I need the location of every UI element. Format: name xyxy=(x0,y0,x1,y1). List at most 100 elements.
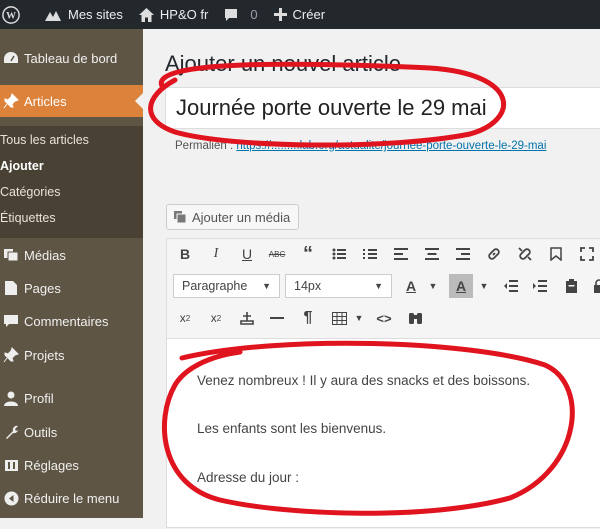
bold-button[interactable]: B xyxy=(173,242,197,266)
comments-menu[interactable]: 0 xyxy=(216,0,265,29)
permalink-label: Permalien : xyxy=(175,140,234,152)
sidebar-item-label: Profil xyxy=(24,390,54,406)
sidebar-item-profile[interactable]: Profil xyxy=(0,382,143,414)
pin-icon xyxy=(0,85,22,117)
sidebar-item-tools[interactable]: Outils xyxy=(0,416,143,448)
editor-toolbar: B I U ABC “ Paragraphe ▼ 14px ▼ A ▼ A ▼ … xyxy=(167,239,600,339)
font-size-select[interactable]: 14px ▼ xyxy=(285,274,392,298)
find-replace-button[interactable] xyxy=(403,306,427,330)
outdent-button[interactable] xyxy=(499,274,523,298)
outdent-icon xyxy=(504,280,518,292)
dashboard-icon xyxy=(0,42,22,74)
main-content: Ajouter un nouvel article Journée porte … xyxy=(143,29,600,528)
align-right-button[interactable] xyxy=(451,242,475,266)
svg-text:W: W xyxy=(6,10,16,21)
site-name-label: HP&O fr xyxy=(159,7,209,22)
format-select[interactable]: Paragraphe ▼ xyxy=(173,274,280,298)
remove-link-button[interactable] xyxy=(513,242,537,266)
font-size-value: 14px xyxy=(294,279,322,293)
sidebar-item-label: Réglages xyxy=(24,457,79,473)
sidebar-item-label: Tableau de bord xyxy=(24,50,118,66)
strikethrough-button[interactable]: ABC xyxy=(265,242,289,266)
media-icon xyxy=(174,211,187,224)
my-sites-menu[interactable]: Mes sites xyxy=(36,0,131,29)
my-sites-label: Mes sites xyxy=(68,7,123,22)
sidebar-item-collapse[interactable]: Réduire le menu xyxy=(0,482,143,514)
align-left-icon xyxy=(394,248,408,260)
sidebar-item-projects[interactable]: Projets xyxy=(0,339,143,371)
bookmark-icon xyxy=(550,247,562,261)
align-center-button[interactable] xyxy=(420,242,444,266)
submenu-item-all-articles[interactable]: Tous les articles xyxy=(0,133,89,147)
chevron-down-icon: ▼ xyxy=(262,281,271,291)
submenu-item-add[interactable]: Ajouter xyxy=(0,159,44,173)
italic-button[interactable]: I xyxy=(204,242,228,266)
sidebar-item-media[interactable]: Médias xyxy=(0,239,143,271)
admin-sidebar: Tableau de bord Articles Tous les articl… xyxy=(0,29,143,518)
chevron-down-icon[interactable]: ▼ xyxy=(421,274,445,298)
text-color-button[interactable]: A xyxy=(399,274,423,298)
wordpress-logo-icon[interactable]: W xyxy=(0,0,36,29)
page-title: Ajouter un nouvel article xyxy=(165,51,402,76)
editor-content[interactable]: Venez nombreux ! Il y aura des snacks et… xyxy=(167,339,600,529)
admin-bar: W Mes sites HP&O fr 0 Créer xyxy=(0,0,600,29)
superscript-button[interactable]: x2 xyxy=(204,306,228,330)
permalink: Permalien : https://.........lab.org/act… xyxy=(175,140,546,152)
blockquote-button[interactable]: “ xyxy=(296,242,320,266)
submenu-item-categories[interactable]: Catégories xyxy=(0,185,60,199)
paragraph-mark-button[interactable]: ¶ xyxy=(296,306,320,330)
numbered-list-icon xyxy=(363,249,377,259)
numbered-list-button[interactable] xyxy=(358,242,382,266)
fullscreen-button[interactable] xyxy=(575,242,599,266)
new-content-menu[interactable]: Créer xyxy=(266,0,334,29)
subscript-button[interactable]: x2 xyxy=(173,306,197,330)
insert-anchor-button[interactable] xyxy=(235,306,259,330)
lock-icon[interactable] xyxy=(587,274,600,298)
sidebar-item-dashboard[interactable]: Tableau de bord xyxy=(0,42,143,74)
my-sites-icon xyxy=(45,10,61,21)
submenu-item-tags[interactable]: Étiquettes xyxy=(0,211,56,225)
sidebar-item-label: Médias xyxy=(24,247,66,263)
page-icon xyxy=(0,272,22,304)
post-editor: B I U ABC “ Paragraphe ▼ 14px ▼ A ▼ A ▼ … xyxy=(166,238,600,528)
sidebar-item-label: Outils xyxy=(24,424,58,440)
permalink-url[interactable]: https://.........lab.org/actualite/journ… xyxy=(236,140,546,152)
align-right-icon xyxy=(456,248,470,260)
chevron-down-icon[interactable]: ▼ xyxy=(347,306,371,330)
content-paragraph: Les enfants sont les bienvenus. xyxy=(197,421,387,436)
align-left-button[interactable] xyxy=(389,242,413,266)
comments-count: 0 xyxy=(250,7,258,22)
read-more-button[interactable] xyxy=(544,242,568,266)
content-paragraph: Venez nombreux ! Il y aura des snacks et… xyxy=(197,373,531,388)
clipboard-icon xyxy=(565,278,577,293)
settings-icon xyxy=(0,449,22,481)
indent-button[interactable] xyxy=(528,274,552,298)
table-icon xyxy=(331,311,347,325)
bullet-list-button[interactable] xyxy=(327,242,351,266)
sidebar-item-comments[interactable]: Commentaires xyxy=(0,305,143,337)
chevron-down-icon[interactable]: ▼ xyxy=(472,274,496,298)
add-media-button[interactable]: Ajouter un média xyxy=(166,204,300,230)
post-title-input[interactable]: Journée porte ouverte le 29 mai xyxy=(165,87,600,129)
sidebar-item-pages[interactable]: Pages xyxy=(0,272,143,304)
bullet-list-icon xyxy=(332,248,346,260)
sidebar-item-label: Commentaires xyxy=(24,313,109,329)
site-name-menu[interactable]: HP&O fr xyxy=(131,0,216,29)
comment-icon xyxy=(0,305,22,337)
align-center-icon xyxy=(425,248,439,260)
sidebar-item-articles[interactable]: Articles xyxy=(0,85,143,117)
home-icon xyxy=(138,7,154,22)
indent-icon xyxy=(533,280,547,292)
sidebar-item-settings[interactable]: Réglages xyxy=(0,449,143,481)
collapse-icon xyxy=(0,482,22,514)
horizontal-line-button[interactable] xyxy=(265,306,289,330)
format-select-value: Paragraphe xyxy=(182,279,248,293)
link-icon xyxy=(488,248,500,260)
insert-link-button[interactable] xyxy=(482,242,506,266)
fullscreen-icon xyxy=(580,247,594,261)
paste-text-button[interactable] xyxy=(559,274,583,298)
background-color-button[interactable]: A xyxy=(449,274,473,298)
underline-button[interactable]: U xyxy=(235,242,259,266)
code-button[interactable]: <> xyxy=(372,306,396,330)
anchor-icon xyxy=(240,312,254,325)
